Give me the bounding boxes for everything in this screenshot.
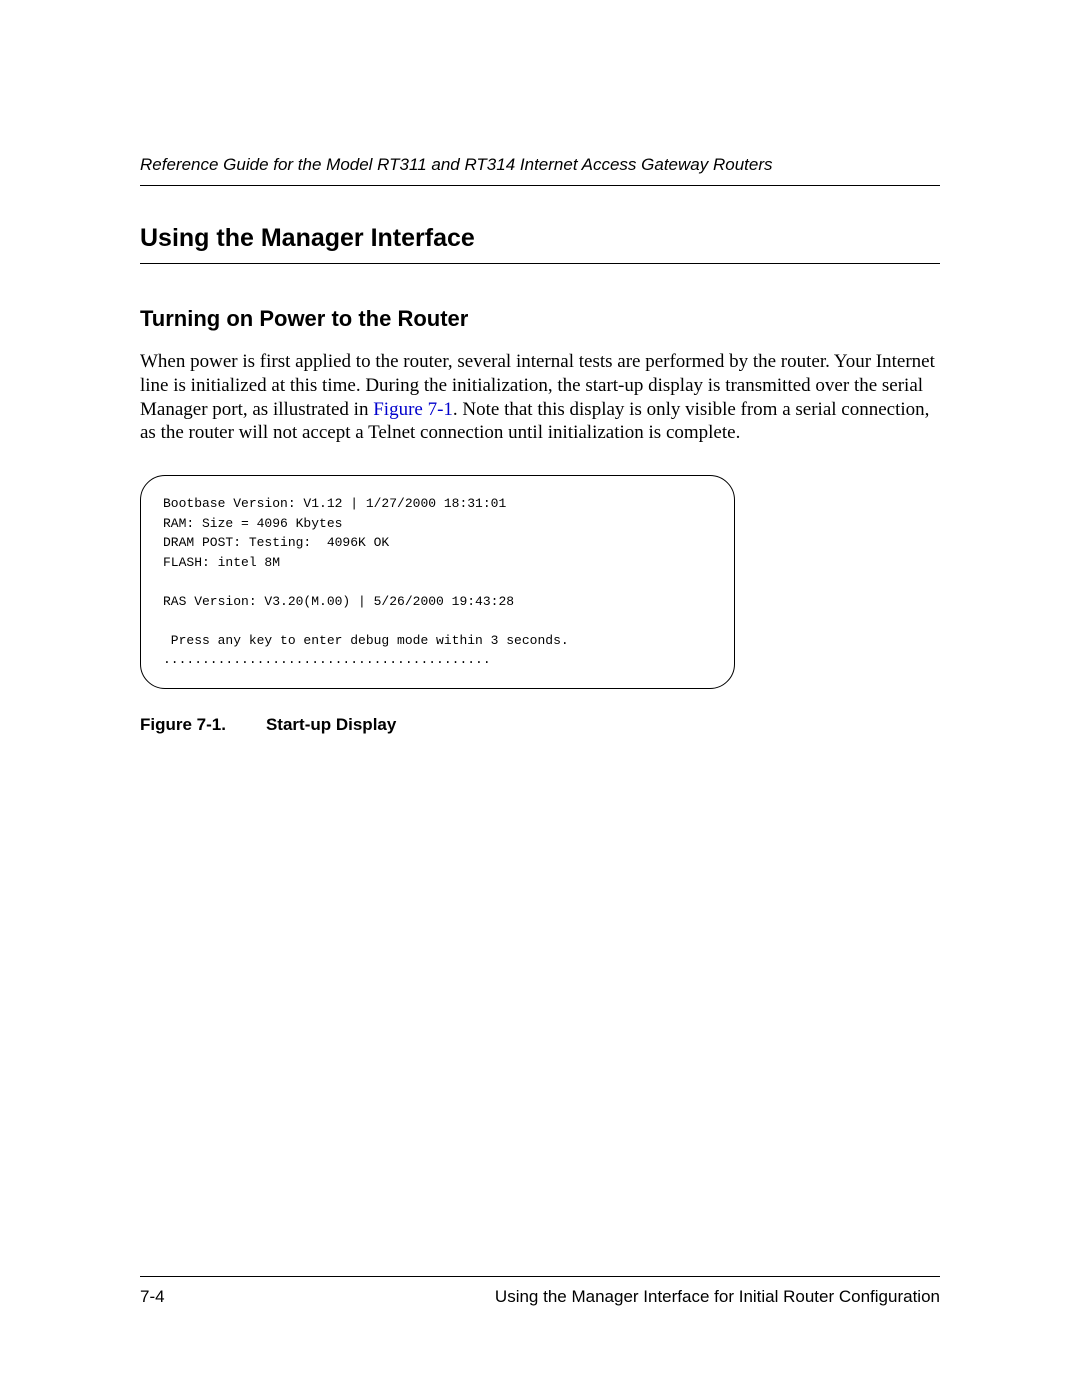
figure-label: Figure 7-1. [140, 715, 226, 735]
startup-display-code-box: Bootbase Version: V1.12 | 1/27/2000 18:3… [140, 475, 735, 689]
figure-reference-link[interactable]: Figure 7-1 [373, 399, 453, 420]
page-footer: 7-4 Using the Manager Interface for Init… [140, 1276, 940, 1307]
subsection-heading: Turning on Power to the Router [140, 306, 940, 332]
page-number: 7-4 [140, 1287, 165, 1307]
footer-chapter-title: Using the Manager Interface for Initial … [495, 1287, 940, 1307]
document-header-title: Reference Guide for the Model RT311 and … [140, 155, 940, 186]
body-paragraph: When power is first applied to the route… [140, 350, 940, 445]
figure-caption-text: Start-up Display [266, 715, 396, 734]
figure-caption: Figure 7-1. Start-up Display [140, 715, 940, 735]
section-heading: Using the Manager Interface [140, 224, 940, 264]
